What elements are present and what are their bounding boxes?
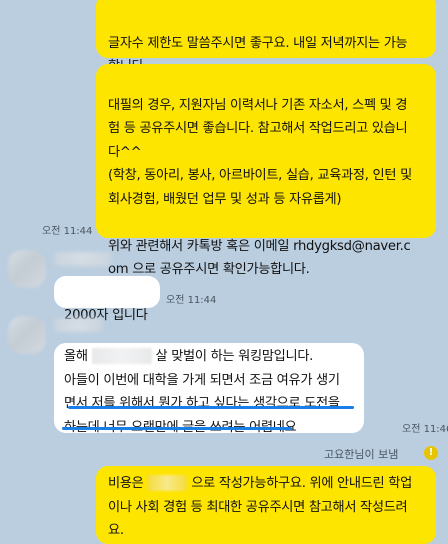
message-line: 이나 사회 경험 등 최대한 공유주시면 참고해서 작성드려 <box>108 499 408 515</box>
sender-avatar[interactable] <box>8 316 46 354</box>
message-time: 오전 11:46 <box>402 424 448 435</box>
my-message-bubble-3[interactable]: 비용은 으로 작성가능하구요. 위에 안내드린 학업 이나 사회 경험 등 최대… <box>96 466 436 544</box>
message-text: 살 맞벌이 하는 워킹맘입니다. <box>155 349 314 364</box>
redacted-age <box>91 348 152 364</box>
message-line: 요. <box>108 523 124 538</box>
sender-avatar[interactable] <box>8 250 46 288</box>
message-line: 비용은 으로 작성가능하구요. 위에 안내드린 학업 <box>108 472 424 496</box>
message-time: 오전 11:44 <box>42 226 93 237</box>
message-text: 올해 <box>64 349 88 364</box>
message-text: 비용은 <box>108 476 144 491</box>
highlight-underline <box>68 406 354 409</box>
alert-icon[interactable]: ! <box>424 446 438 460</box>
sent-by-label: 고요한님이 보냄 <box>324 448 399 461</box>
sender-name-blurred <box>54 252 112 266</box>
my-message-bubble-1[interactable]: 글자수 제한도 말씀주시면 좋구요. 내일 저녁까지는 가능 합니다. <box>96 0 436 74</box>
message-time: 오전 11:44 <box>166 295 217 306</box>
sender-name-blurred <box>54 318 102 332</box>
highlight-underline <box>62 427 292 430</box>
message-line: 아들이 이번에 대학을 가게 되면서 조금 여유가 생기 <box>64 372 340 388</box>
my-message-bubble-2[interactable]: 대필의 경우, 지원자님 이력서나 기존 자소서, 스펙 및 경 험 등 공유주… <box>96 64 436 277</box>
their-message-bubble-1[interactable]: 2000자 입니다 <box>54 276 160 323</box>
message-line: 면서 저를 위해서 뭔가 하고 싶다는 생각으로 도전을 <box>64 396 340 411</box>
message-line: 올해 살 맞벌이 하는 워킹맘입니다. <box>64 345 354 369</box>
message-text: 대필의 경우, 지원자님 이력서나 기존 자소서, 스펙 및 경 험 등 공유주… <box>108 97 412 278</box>
redacted-price <box>147 475 188 491</box>
message-text: 으로 작성가능하구요. 위에 안내드린 학업 <box>191 476 412 491</box>
their-message-bubble-2[interactable]: 올해 살 맞벌이 하는 워킹맘입니다. 아들이 이번에 대학을 가게 되면서 조… <box>54 343 364 435</box>
